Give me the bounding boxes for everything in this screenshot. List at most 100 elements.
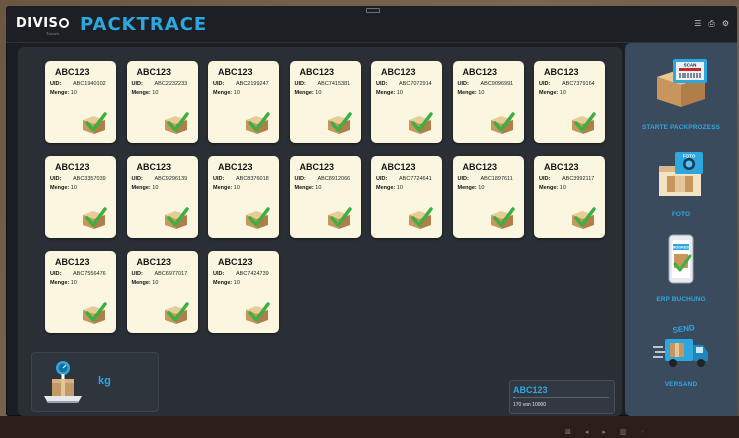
card-quantity: Menge: 10 — [132, 185, 159, 191]
card-quantity: Menge: 10 — [50, 90, 77, 96]
photo-button[interactable]: FOTO FOTO — [625, 140, 737, 226]
start-packing-label: STARTE PACKPROZESS — [641, 124, 721, 131]
packed-box-check-icon — [164, 302, 189, 324]
card-quantity-value: 10 — [152, 90, 159, 96]
card-quantity-value: 10 — [559, 90, 566, 96]
card-quantity: Menge: 10 — [50, 185, 77, 191]
card-uid-label: UID: — [376, 176, 388, 182]
package-card[interactable]: ABC123 UID: ABC7424739 Menge: 10 — [208, 251, 279, 333]
app-screen: DIVIS Touch PACKTRACE ☰ ⎙ ⚙ ABC123 UID: AB… — [6, 6, 737, 416]
camera-package-icon: FOTO — [659, 152, 703, 196]
card-title: ABC123 — [55, 67, 90, 77]
menu-icon[interactable]: ☰ — [694, 19, 701, 29]
card-uid-value: ABC8376018 — [236, 176, 269, 182]
printer-icon[interactable]: ⎙ — [708, 19, 714, 29]
scale-widget[interactable]: kg — [31, 352, 159, 412]
package-card[interactable]: ABC123 UID: ABC7072914 Menge: 10 — [371, 61, 442, 143]
packed-box-check-icon — [83, 302, 107, 324]
card-quantity-value: 10 — [152, 280, 159, 286]
taskbar-controls: ⊠ ◂ ▸ ▥ ◦ — [565, 428, 645, 436]
package-card[interactable]: ABC123 UID: ABC2199247 Menge: 10 — [208, 61, 279, 143]
card-uid-label: UID: — [131, 176, 143, 182]
card-quantity: Menge: 10 — [458, 185, 485, 191]
card-quantity-label: Menge: — [294, 90, 314, 96]
card-quantity: Menge: 10 — [376, 90, 403, 96]
taskbar-window-icon[interactable]: ⊠ — [565, 428, 571, 436]
card-title: ABC123 — [218, 67, 253, 77]
card-uid-label: UID: — [294, 176, 306, 182]
package-card[interactable]: ABC123 UID: ABC7379164 Menge: 10 — [534, 61, 605, 143]
package-card[interactable]: ABC123 UID: ABC3992117 Menge: 10 — [534, 156, 605, 238]
packed-box-check-icon — [572, 112, 596, 134]
scan-package-icon: SCAN — [657, 59, 707, 107]
card-title: ABC123 — [462, 162, 498, 172]
card-uid-value: ABC3357039 — [73, 176, 106, 182]
card-quantity-label: Menge: — [213, 280, 233, 286]
card-uid-value: ABC7379164 — [562, 81, 595, 87]
package-card[interactable]: ABC123 UID: ABC2232233 Menge: 10 — [126, 61, 198, 143]
card-quantity: Menge: 10 — [295, 90, 322, 96]
packed-box-check-icon — [572, 207, 596, 229]
card-uid-label: UID: — [50, 176, 62, 182]
package-card[interactable]: ABC123 UID: ABC9096991 Menge: 10 — [452, 61, 524, 143]
app-title: PACKTRACE — [80, 14, 208, 35]
package-card[interactable]: ABC123 UID: ABC1940102 Menge: 10 — [45, 61, 116, 143]
card-quantity: Menge: 10 — [132, 280, 159, 286]
package-card[interactable]: ABC123 UID: ABC1897611 Menge: 10 — [452, 156, 524, 238]
packed-box-check-icon — [327, 112, 352, 134]
booked-phone-icon: BOOKED — [668, 234, 694, 284]
shipping-button[interactable]: SEND VERSAND — [625, 315, 737, 401]
card-title: ABC123 — [55, 257, 90, 267]
card-title: ABC123 — [381, 67, 416, 77]
progress-bar-fill — [513, 397, 515, 398]
taskbar-back-icon[interactable]: ◂ — [585, 428, 589, 436]
packed-box-check-icon — [246, 302, 270, 324]
start-packing-button[interactable]: SCAN STARTE PACKPROZESS — [625, 51, 737, 137]
card-title: ABC123 — [136, 67, 172, 77]
taskbar-apps-icon[interactable]: ▥ — [620, 428, 627, 436]
card-uid-value: ABC6977017 — [154, 271, 188, 277]
card-quantity-label: Menge: — [457, 185, 477, 191]
taskbar-forward-icon[interactable]: ▸ — [602, 428, 606, 436]
card-title: ABC123 — [544, 162, 579, 172]
brand-logo: DIVIS — [16, 16, 70, 31]
packed-box-check-icon — [83, 207, 107, 229]
card-uid-label: UID: — [50, 81, 62, 87]
brand-name: DIVIS — [16, 16, 59, 31]
window-handle[interactable] — [366, 8, 380, 13]
package-card[interactable]: ABC123 UID: ABC7724641 Menge: 10 — [371, 156, 442, 238]
package-card[interactable]: ABC123 UID: ABC7415381 Menge: 10 — [289, 61, 361, 143]
package-card[interactable]: ABC123 UID: ABC6977017 Menge: 10 — [126, 251, 198, 333]
package-card[interactable]: ABC123 UID: ABC7556476 Menge: 10 — [45, 251, 116, 333]
card-uid-label: UID: — [50, 271, 62, 277]
card-quantity-label: Menge: — [457, 90, 477, 96]
package-card[interactable]: ABC123 UID: ABC8376018 Menge: 10 — [208, 156, 279, 238]
card-title: ABC123 — [381, 162, 416, 172]
package-card[interactable]: ABC123 UID: ABC8912066 Menge: 10 — [289, 156, 361, 238]
package-card[interactable]: ABC123 UID: ABC3357039 Menge: 10 — [45, 156, 116, 238]
packed-box-check-icon — [246, 207, 270, 229]
packed-box-check-icon — [164, 112, 189, 134]
card-quantity-label: Menge: — [50, 185, 70, 191]
card-uid-value: ABC9296139 — [154, 176, 188, 182]
erp-booking-button[interactable]: BOOKED ERP BUCHUNG — [625, 226, 737, 312]
card-title: ABC123 — [544, 67, 579, 77]
settings-icon[interactable]: ⚙ — [722, 19, 729, 29]
progress-widget: ABC123 170 von 10000 — [509, 380, 615, 414]
card-quantity-value: 10 — [478, 185, 485, 191]
package-card[interactable]: ABC123 UID: ABC9296139 Menge: 10 — [126, 156, 198, 238]
card-quantity: Menge: 10 — [213, 185, 240, 191]
card-uid-label: UID: — [539, 176, 551, 182]
card-uid-value: ABC8912066 — [317, 176, 351, 182]
progress-count: 170 von 10000 — [513, 402, 547, 408]
card-quantity: Menge: 10 — [132, 90, 159, 96]
packed-box-check-icon — [490, 112, 515, 134]
card-title: ABC123 — [55, 162, 90, 172]
card-uid-value: ABC3992117 — [562, 176, 595, 182]
card-quantity-value: 10 — [315, 185, 322, 191]
taskbar-power-icon[interactable]: ◦ — [641, 428, 645, 436]
card-quantity-label: Menge: — [131, 280, 151, 286]
card-quantity: Menge: 10 — [213, 90, 240, 96]
card-uid-label: UID: — [131, 81, 143, 87]
progress-bar — [513, 397, 609, 398]
